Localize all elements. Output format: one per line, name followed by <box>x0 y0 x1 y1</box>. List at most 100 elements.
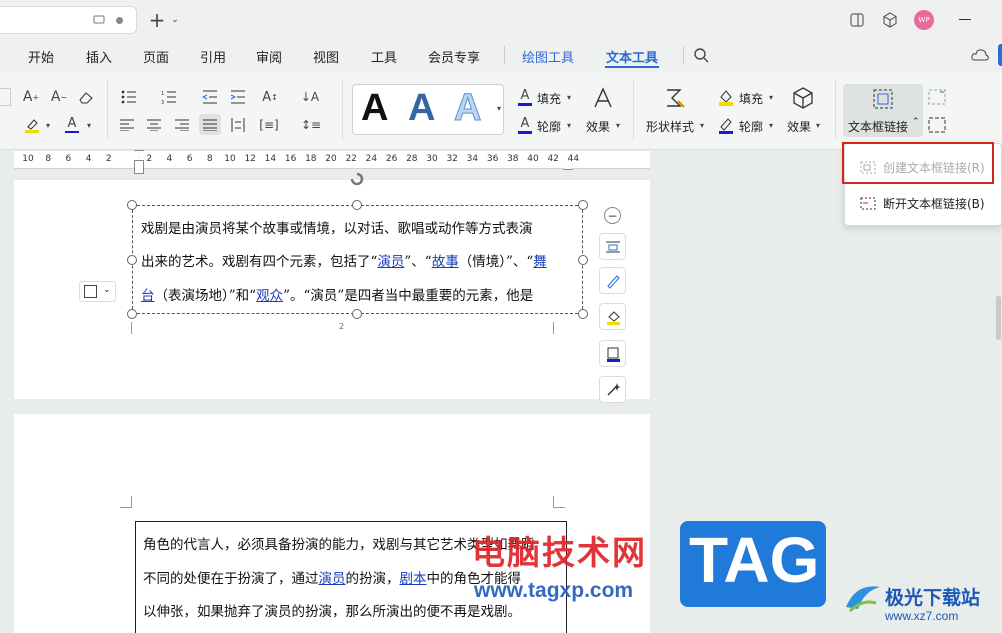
shape-outline-icon[interactable] <box>717 116 735 134</box>
menu-home[interactable]: 开始 <box>28 47 54 66</box>
increase-indent-icon[interactable] <box>230 89 246 105</box>
menu-text-tools[interactable]: 文本工具 <box>606 47 658 66</box>
menu-references[interactable]: 引用 <box>200 47 226 66</box>
search-icon[interactable] <box>693 47 710 64</box>
shape-effect-icon[interactable] <box>792 86 814 110</box>
decrease-font-icon[interactable]: A − <box>51 89 67 105</box>
numbered-list-icon[interactable]: 13 <box>161 89 177 105</box>
rotate-handle-icon[interactable] <box>348 172 366 188</box>
ai-tools-button[interactable] <box>599 376 626 403</box>
shape-outline-button[interactable] <box>599 340 626 367</box>
hyperlink[interactable]: 演员 <box>377 254 404 270</box>
side-panel-toggle[interactable] <box>998 44 1002 66</box>
chevron-down-icon[interactable]: ▾ <box>766 120 776 130</box>
hyperlink[interactable]: 台 <box>141 288 155 304</box>
shape-style-label[interactable]: 形状样式 <box>646 118 694 135</box>
align-left-icon[interactable] <box>119 117 135 133</box>
minimize-icon[interactable] <box>959 19 971 20</box>
menu-insert[interactable]: 插入 <box>86 47 112 66</box>
collapse-icon[interactable]: − <box>604 207 621 224</box>
text-direction-icon[interactable]: A ↕ <box>260 89 280 105</box>
bullet-list-icon[interactable] <box>121 89 137 105</box>
indent-marker[interactable] <box>134 160 144 174</box>
menu-drawing-tools[interactable]: 绘图工具 <box>522 47 574 66</box>
art-style-outline[interactable]: A <box>453 87 481 130</box>
shape-fill-label[interactable]: 填充 <box>739 90 763 107</box>
new-tab-plus-icon[interactable]: + <box>147 8 167 32</box>
align-center-icon[interactable] <box>146 117 162 133</box>
page-number: 2 <box>339 322 345 331</box>
shape-fill-icon[interactable] <box>717 88 735 106</box>
increase-font-icon[interactable]: A + <box>23 89 39 105</box>
vertical-scrollbar-thumb[interactable] <box>996 296 1001 340</box>
align-right-icon[interactable] <box>174 117 190 133</box>
layout-options-button[interactable]: ⌄ <box>79 281 116 302</box>
menu-review[interactable]: 审阅 <box>256 47 282 66</box>
text-outline-label[interactable]: 轮廓 <box>537 118 561 135</box>
art-style-black[interactable]: A <box>361 87 388 130</box>
chevron-down-icon[interactable]: ⌄ <box>169 13 181 27</box>
text-fill-icon[interactable]: A <box>517 88 533 106</box>
resize-handle[interactable] <box>352 200 362 210</box>
text-wrap-button[interactable] <box>599 233 626 260</box>
shape-style-button[interactable] <box>599 267 626 294</box>
select-frame-icon[interactable] <box>927 88 947 106</box>
menu-view[interactable]: 视图 <box>313 47 339 66</box>
resize-handle[interactable] <box>578 255 588 265</box>
chevron-down-icon[interactable]: ▾ <box>84 120 94 130</box>
chevron-down-icon[interactable]: ▾ <box>813 120 823 130</box>
clear-format-icon[interactable] <box>78 89 94 105</box>
cube-icon[interactable] <box>881 11 898 28</box>
document-tab[interactable] <box>0 6 137 34</box>
text-align-icon[interactable]: [≡] <box>259 117 279 133</box>
chevron-down-icon[interactable]: ▾ <box>697 120 707 130</box>
gallery-more-icon[interactable]: ▾ <box>495 102 503 114</box>
frame-icon[interactable] <box>927 116 947 134</box>
text-effect-icon[interactable] <box>592 86 614 110</box>
resize-handle[interactable] <box>127 309 137 319</box>
text-effect-label[interactable]: 效果 <box>586 118 610 135</box>
resize-handle[interactable] <box>578 200 588 210</box>
highlight-icon[interactable] <box>24 117 40 133</box>
shape-style-icon[interactable] <box>664 86 686 110</box>
line-spacing-icon[interactable]: ↕≡ <box>301 117 321 133</box>
text-outline-icon[interactable]: A <box>517 116 533 134</box>
text-fill-label[interactable]: 填充 <box>537 90 561 107</box>
chevron-down-icon[interactable]: ▾ <box>43 120 53 130</box>
text-style-gallery[interactable]: A A A <box>352 84 504 135</box>
font-size-box[interactable] <box>0 88 11 106</box>
menu-member[interactable]: 会员专享 <box>428 47 480 66</box>
layout-icon[interactable] <box>849 12 865 28</box>
menu-tools[interactable]: 工具 <box>371 47 397 66</box>
justify-icon[interactable] <box>199 114 221 135</box>
menu-page[interactable]: 页面 <box>143 47 169 66</box>
hyperlink[interactable]: 观众 <box>256 288 283 304</box>
cloud-icon[interactable] <box>970 46 989 63</box>
create-textbox-link-item[interactable]: 创建文本框链接(R) <box>845 153 995 181</box>
chevron-down-icon[interactable]: ▾ <box>613 120 623 130</box>
hyperlink[interactable]: 演员 <box>319 571 346 587</box>
chevron-down-icon[interactable]: ▾ <box>564 92 574 102</box>
sort-icon[interactable]: ↓A <box>301 89 319 105</box>
resize-handle[interactable] <box>352 309 362 319</box>
break-textbox-link-item[interactable]: 断开文本框链接(B) <box>845 189 995 217</box>
monitor-icon[interactable] <box>92 13 106 27</box>
hyperlink[interactable]: 故事 <box>432 254 459 270</box>
shape-fill-button[interactable] <box>599 303 626 330</box>
textbox-link-button[interactable]: 文本框链接 ⌃ <box>843 84 923 137</box>
shape-effect-label[interactable]: 效果 <box>787 118 811 135</box>
chevron-down-icon[interactable]: ▾ <box>766 92 776 102</box>
hyperlink[interactable]: 舞 <box>533 254 547 270</box>
hyperlink[interactable]: 剧本 <box>400 571 427 587</box>
art-style-blue[interactable]: A <box>408 87 435 130</box>
shape-outline-label[interactable]: 轮廓 <box>739 118 763 135</box>
avatar[interactable]: WP <box>914 10 934 30</box>
resize-handle[interactable] <box>127 200 137 210</box>
ruler-tick-label: 12 <box>244 154 256 164</box>
resize-handle[interactable] <box>578 309 588 319</box>
distribute-icon[interactable] <box>230 117 246 133</box>
chevron-down-icon[interactable]: ▾ <box>564 120 574 130</box>
resize-handle[interactable] <box>127 255 137 265</box>
decrease-indent-icon[interactable] <box>202 89 218 105</box>
font-color-icon[interactable]: A <box>64 116 80 133</box>
